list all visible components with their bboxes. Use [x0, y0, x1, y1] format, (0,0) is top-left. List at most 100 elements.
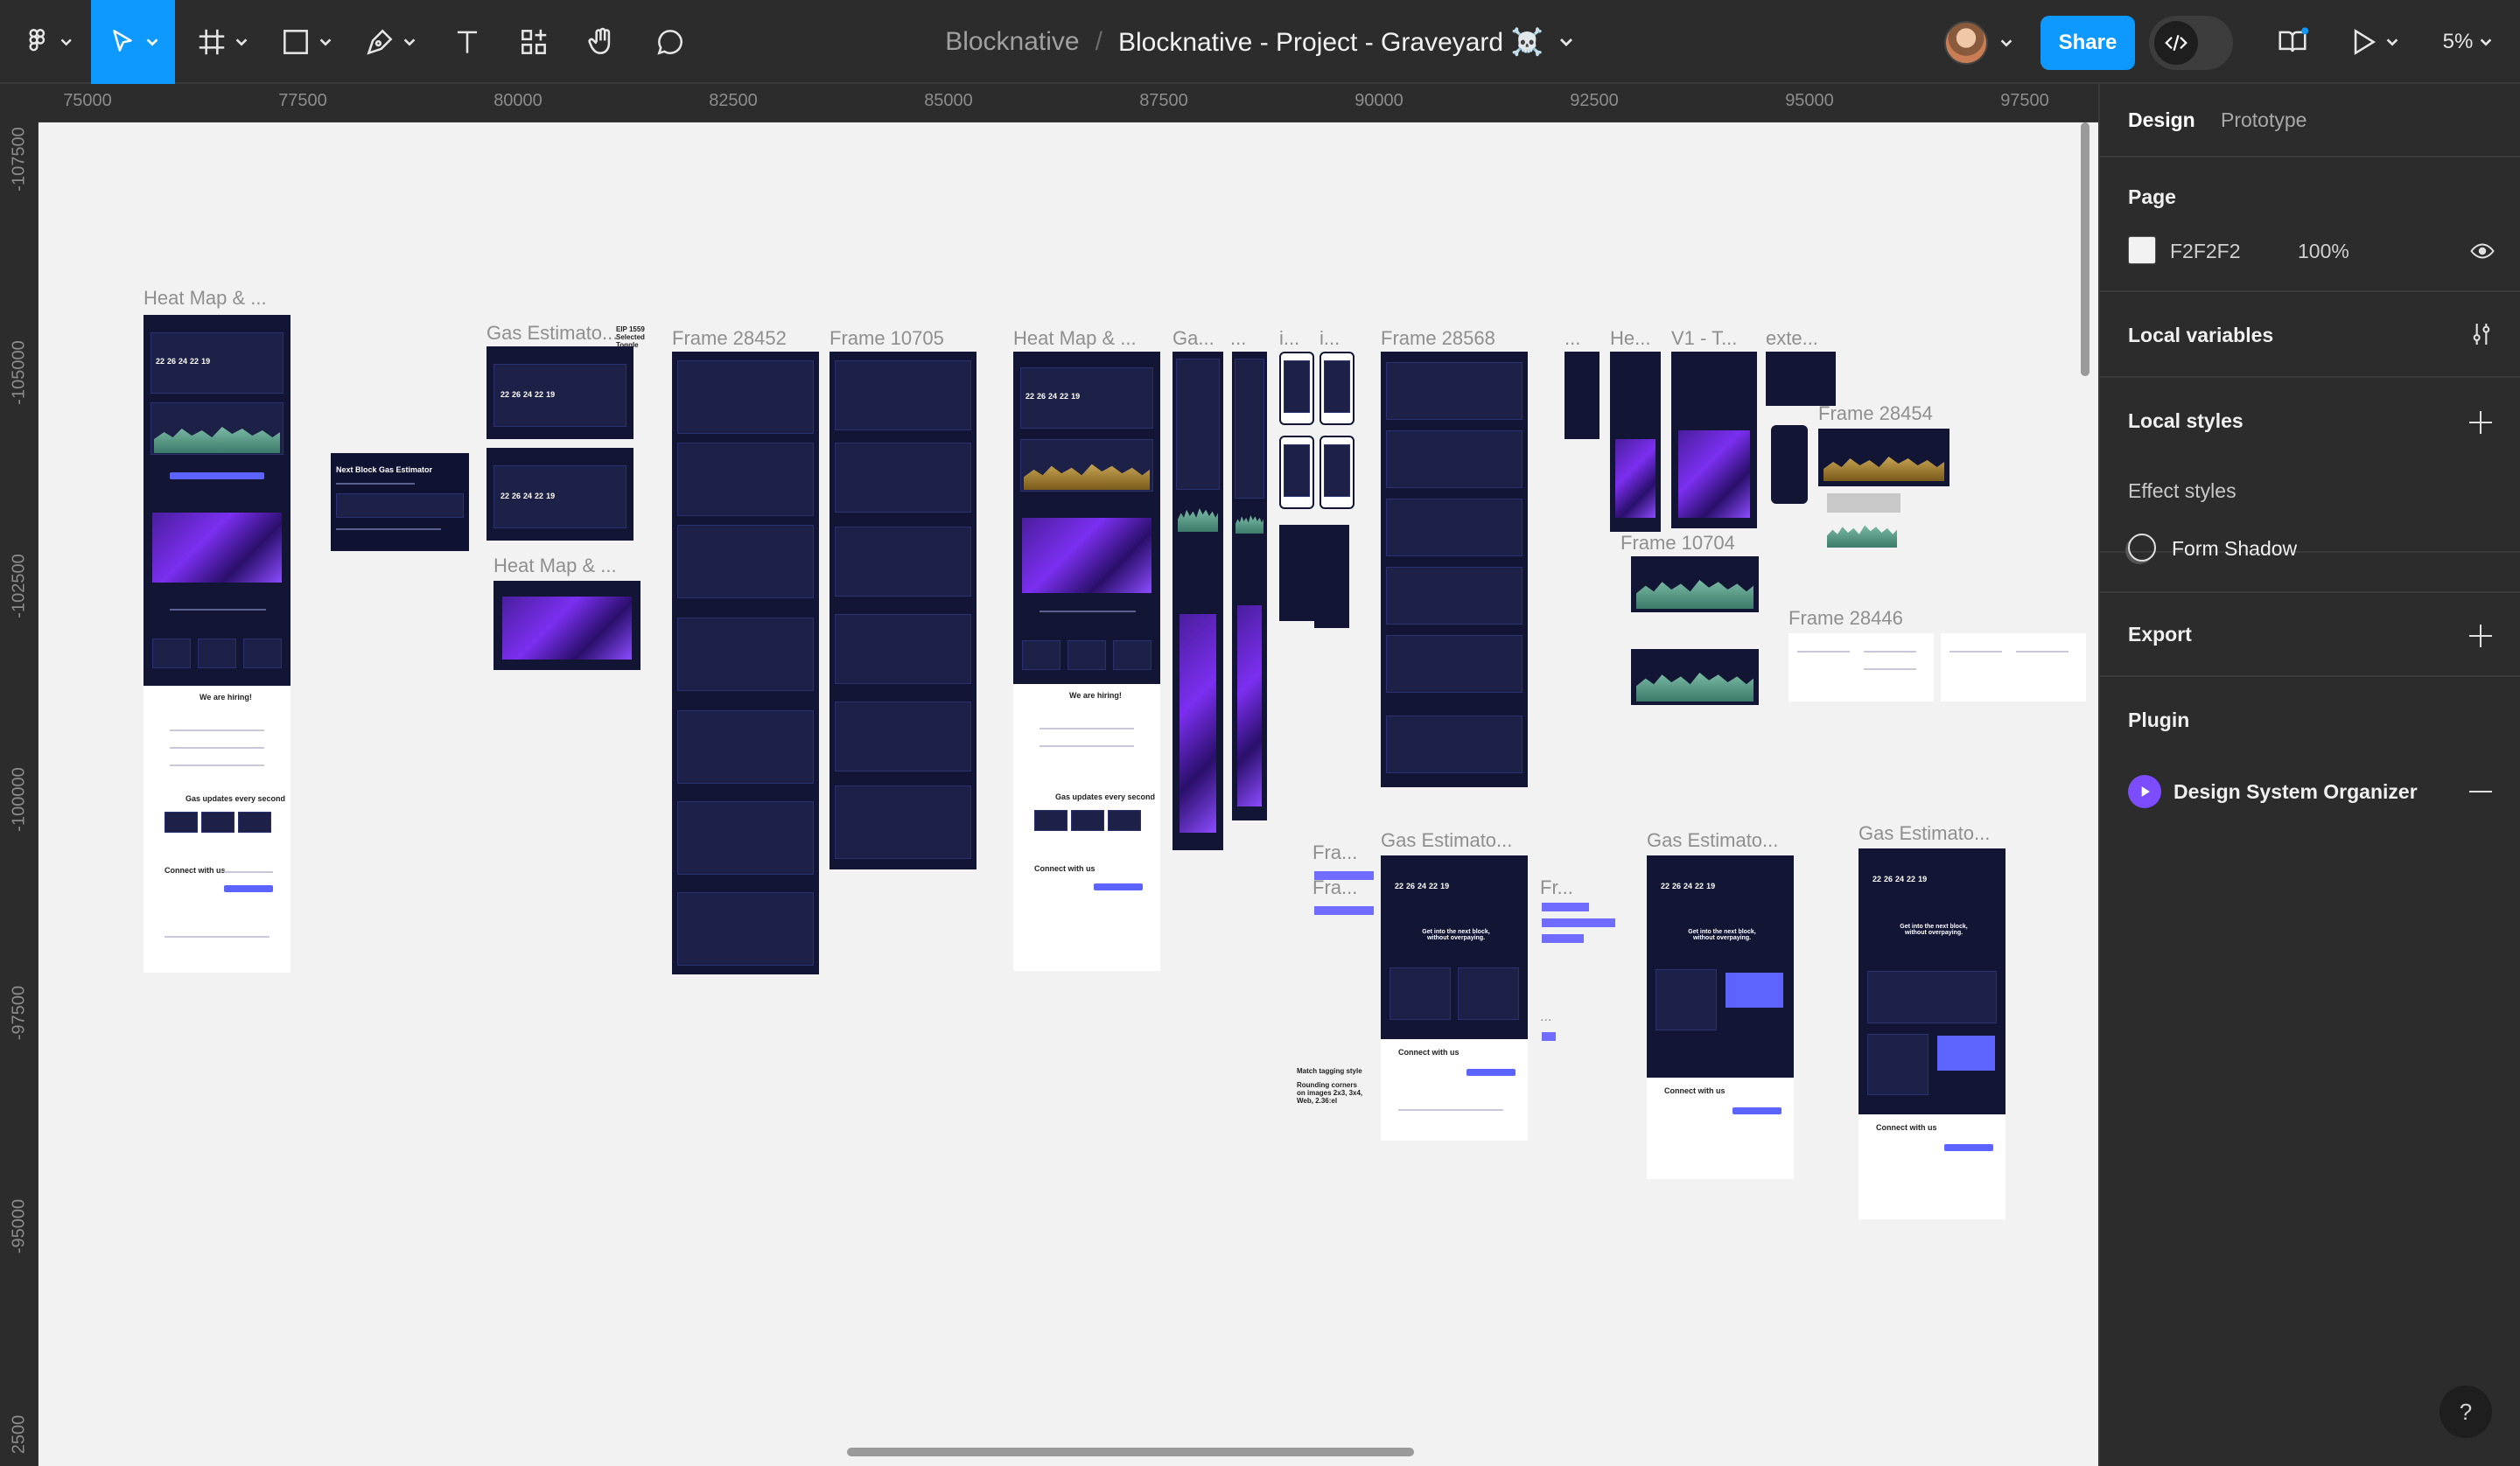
eye-icon[interactable]	[2469, 238, 2496, 264]
frame-gas-4[interactable]: 22 26 24 22 19 Get into the next block, with…	[1858, 848, 2006, 1114]
file-name[interactable]: Blocknative - Project - Graveyard ☠️	[1118, 27, 1544, 58]
page-color-swatch[interactable]	[2128, 236, 2156, 264]
frame-10705[interactable]	[830, 352, 976, 869]
comment-tool-button[interactable]	[646, 0, 695, 84]
main-menu-button[interactable]	[21, 0, 74, 84]
vertical-scrollbar[interactable]	[2081, 122, 2090, 376]
frame-gas-card[interactable]: Next Block Gas Estimator	[331, 453, 469, 551]
frame-label[interactable]: ...	[1540, 1009, 1551, 1025]
frame-placeholder[interactable]	[1827, 493, 1900, 513]
canvas[interactable]: Heat Map & ... 22 26 24 22 19 We are hiring!…	[38, 122, 2098, 1466]
frame-label[interactable]: ...	[1564, 327, 1580, 350]
frame-28568[interactable]	[1381, 352, 1528, 787]
page-opacity-value[interactable]: 100%	[2298, 240, 2349, 263]
annotation-highlight[interactable]	[1314, 871, 1374, 880]
team-name[interactable]: Blocknative	[945, 27, 1079, 57]
frame-label[interactable]: Frame 10704	[1620, 532, 1735, 555]
help-button[interactable]: ?	[2440, 1386, 2492, 1438]
frame-phone-3[interactable]	[1279, 436, 1314, 509]
form-shadow-style[interactable]: Form Shadow	[2172, 537, 2297, 561]
remove-plugin-icon[interactable]	[2469, 791, 2492, 792]
avatar[interactable]	[1944, 21, 1988, 65]
tab-design[interactable]: Design	[2128, 108, 2195, 132]
frame-heatmap-1[interactable]: 22 26 24 22 19	[144, 315, 290, 686]
horizontal-scrollbar[interactable]	[847, 1448, 1414, 1456]
share-button[interactable]: Share	[2040, 16, 2135, 70]
variables-settings-icon[interactable]	[2468, 320, 2496, 348]
hand-tool-button[interactable]	[578, 0, 626, 84]
move-tool-button[interactable]	[91, 0, 175, 84]
local-variables-section[interactable]: Local variables	[2100, 292, 2520, 378]
pen-tool-button[interactable]	[359, 0, 422, 84]
frame-label[interactable]: Gas Estimato...	[1647, 829, 1778, 852]
frame-mint-mini[interactable]	[1827, 518, 1897, 548]
frame-label[interactable]: ...	[1230, 327, 1246, 350]
frame-exte[interactable]	[1766, 352, 1836, 406]
frame-heatmap-2-lower[interactable]: We are hiring! Gas updates every second …	[1013, 684, 1160, 971]
frame-mobile-tall[interactable]	[1232, 352, 1267, 820]
frame-label[interactable]: Ga...	[1172, 327, 1214, 350]
frame-gas-3[interactable]: 22 26 24 22 19 Get into the next block, with…	[1647, 855, 1794, 1078]
frame-phone-7[interactable]	[1771, 425, 1808, 504]
frame-label[interactable]: Frame 28446	[1788, 607, 1903, 630]
library-button[interactable]	[2268, 0, 2317, 84]
frame-label[interactable]: i...	[1320, 327, 1340, 350]
frame-label[interactable]: Fra...	[1312, 841, 1357, 864]
frame-28454[interactable]	[1818, 429, 1950, 486]
frame-label[interactable]: exte...	[1766, 327, 1818, 350]
annotation-highlight[interactable]	[1314, 906, 1374, 915]
resources-button[interactable]	[509, 0, 558, 84]
frame-label[interactable]: Frame 28454	[1818, 402, 1933, 425]
frame-label[interactable]: Heat Map & ...	[144, 287, 267, 310]
chevron-down-icon[interactable]	[1998, 35, 2014, 51]
frame-label[interactable]: Gas Estimato...	[1858, 822, 1990, 845]
annotation-highlight[interactable]	[1542, 918, 1615, 927]
frame-label[interactable]: i...	[1279, 327, 1299, 350]
frame-phone-4[interactable]	[1320, 436, 1354, 509]
add-style-icon[interactable]	[2469, 411, 2492, 434]
frame-phone-5[interactable]	[1279, 525, 1314, 621]
frame-label[interactable]: Fr...	[1540, 876, 1573, 899]
tab-prototype[interactable]: Prototype	[2221, 108, 2306, 132]
present-button[interactable]	[2342, 0, 2404, 84]
frame-28446a[interactable]	[1788, 633, 1934, 702]
text-tool-button[interactable]	[443, 0, 492, 84]
frame-label[interactable]: V1 - T...	[1671, 327, 1737, 350]
frame-phone-6[interactable]	[1314, 525, 1349, 628]
chevron-down-icon[interactable]	[1558, 33, 1575, 51]
annotation-highlight[interactable]	[1542, 903, 1589, 911]
plugin-name[interactable]: Design System Organizer	[2174, 780, 2418, 804]
frame-heatmap-2[interactable]: 22 26 24 22 19	[1013, 352, 1160, 684]
page-color-value[interactable]: F2F2F2	[2170, 240, 2241, 263]
frame-10704b[interactable]	[1631, 649, 1759, 705]
frame-phone-1[interactable]	[1279, 352, 1314, 425]
frame-v1[interactable]	[1671, 352, 1757, 528]
frame-gas-2-lower[interactable]: Connect with us	[1381, 1039, 1528, 1141]
frame-28446b[interactable]	[1941, 633, 2086, 702]
frame-misc-1[interactable]	[1564, 352, 1600, 439]
frame-gas-2[interactable]: 22 26 24 22 19 Get into the next block, with…	[1381, 855, 1528, 1039]
annotation-highlight[interactable]	[1542, 934, 1584, 943]
frame-label[interactable]: Gas Estimato...	[1381, 829, 1512, 852]
frame-heatmap-small[interactable]	[494, 581, 640, 670]
frame-heatmap-1-lower[interactable]: We are hiring! Gas updates every second …	[144, 686, 290, 973]
add-export-icon[interactable]	[2469, 625, 2492, 647]
frame-28452[interactable]	[672, 352, 819, 974]
frame-label[interactable]: Frame 28452	[672, 327, 787, 350]
annotation-highlight[interactable]	[1542, 1032, 1556, 1041]
frame-label[interactable]: He...	[1610, 327, 1650, 350]
frame-gas-4-lower[interactable]: Connect with us	[1858, 1114, 2006, 1219]
zoom-menu[interactable]: 5%	[2429, 0, 2508, 84]
shape-tool-button[interactable]	[275, 0, 338, 84]
frame-label[interactable]: Heat Map & ...	[494, 555, 617, 577]
frame-gas-3-lower[interactable]: Connect with us	[1647, 1078, 1794, 1179]
frame-label[interactable]: Heat Map & ...	[1013, 327, 1137, 350]
frame-label[interactable]: Frame 10705	[830, 327, 944, 350]
frame-10704a[interactable]	[1631, 556, 1759, 612]
frame-he[interactable]	[1610, 352, 1661, 532]
frame-ga[interactable]	[1172, 352, 1223, 850]
frame-phone-2[interactable]	[1320, 352, 1354, 425]
dev-mode-toggle[interactable]	[2149, 16, 2233, 70]
frame-label[interactable]: Frame 28568	[1381, 327, 1495, 350]
frame-gas-1a[interactable]: 22 26 24 22 19	[486, 346, 634, 439]
